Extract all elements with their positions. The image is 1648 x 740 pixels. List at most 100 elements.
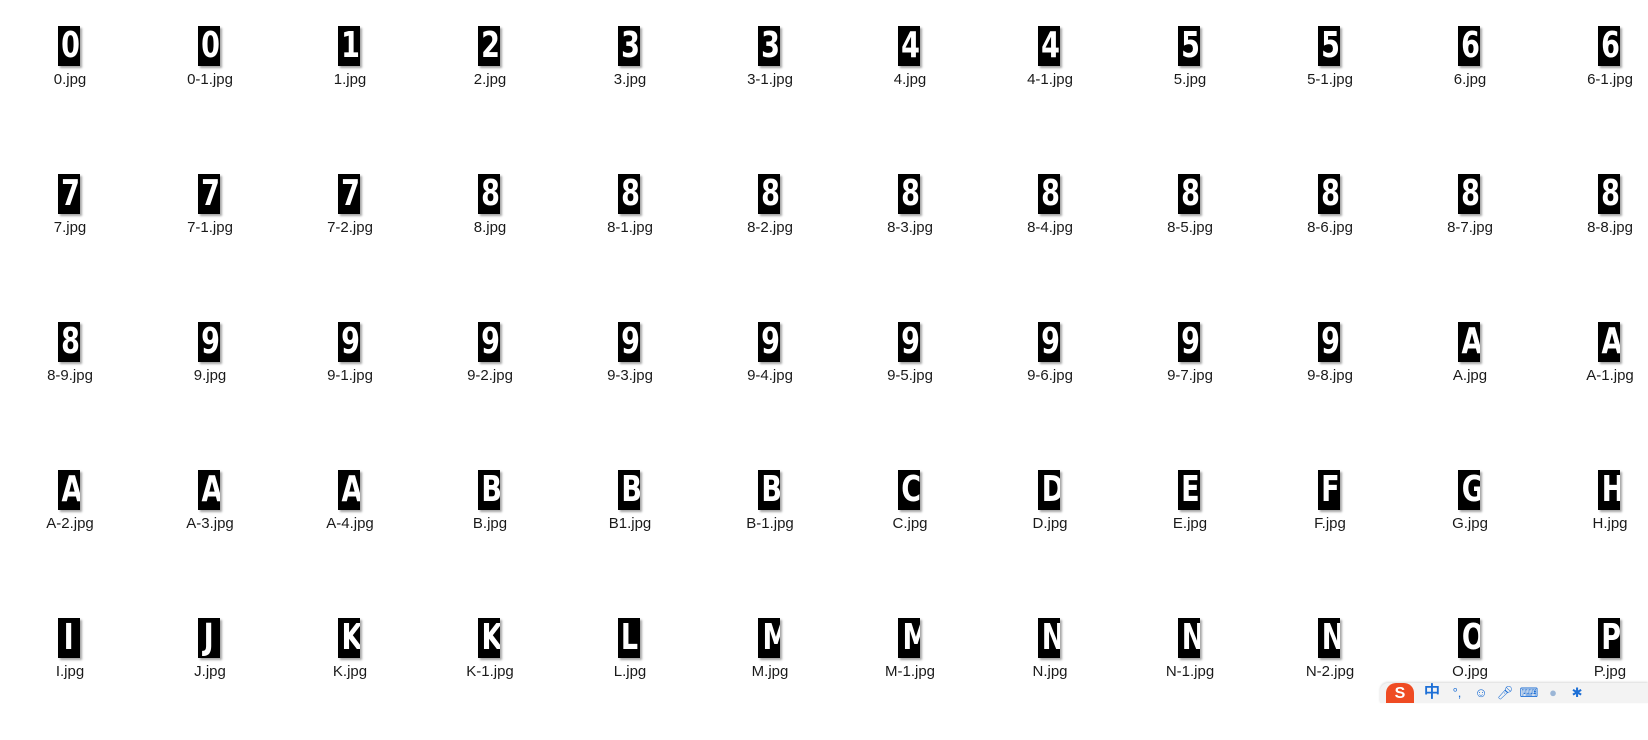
emoji-icon[interactable]: ☺ [1474,686,1488,700]
file-item[interactable]: 7 7-2.jpg [280,148,420,296]
file-item[interactable]: A A-2.jpg [0,444,140,592]
file-item[interactable]: 9 9-6.jpg [980,296,1120,444]
file-item[interactable]: N N.jpg [980,592,1120,740]
file-name: K-1.jpg [466,663,514,680]
file-item[interactable]: 8 8-4.jpg [980,148,1120,296]
file-item[interactable]: 9 9-7.jpg [1120,296,1260,444]
file-item[interactable]: 3 3-1.jpg [700,0,840,148]
file-item[interactable]: 0 0-1.jpg [140,0,280,148]
file-item[interactable]: 8 8-2.jpg [700,148,840,296]
file-item[interactable]: K K-1.jpg [420,592,560,740]
file-item[interactable]: 9 9-4.jpg [700,296,840,444]
file-item[interactable]: 1 1.jpg [280,0,420,148]
file-item[interactable]: 6 6.jpg [1400,0,1540,148]
file-item[interactable]: 6 6-1.jpg [1540,0,1648,148]
file-item[interactable]: D D.jpg [980,444,1120,592]
file-item[interactable]: J J.jpg [140,592,280,740]
user-icon[interactable]: ● [1546,686,1560,700]
thumbnail: 6 [1458,26,1482,68]
file-item[interactable]: N N-1.jpg [1120,592,1260,740]
thumbnail: O [1458,618,1482,660]
thumbnail: 4 [898,26,922,68]
file-item[interactable]: M M-1.jpg [840,592,980,740]
microphone-icon[interactable]: 🎤︎ [1497,686,1514,700]
file-item[interactable]: 9 9-1.jpg [280,296,420,444]
file-item[interactable]: A A-3.jpg [140,444,280,592]
file-item[interactable]: N N-2.jpg [1260,592,1400,740]
file-item[interactable]: E E.jpg [1120,444,1260,592]
file-item[interactable]: 9 9-3.jpg [560,296,700,444]
file-item[interactable]: 0 0.jpg [0,0,140,148]
file-name: 9-2.jpg [467,367,513,384]
thumbnail-glyph: 3 [621,26,640,66]
ime-mode-toggle[interactable]: 中 [1424,683,1440,703]
thumbnail: M [758,618,782,660]
thumbnail-glyph: 0 [61,26,80,66]
thumbnail-glyph: N [1182,618,1200,658]
file-item[interactable]: F F.jpg [1260,444,1400,592]
file-item[interactable]: 9 9.jpg [140,296,280,444]
file-item[interactable]: 8 8-5.jpg [1120,148,1260,296]
thumbnail-glyph: 8 [1041,174,1060,214]
file-item[interactable]: 8 8.jpg [420,148,560,296]
file-item[interactable]: M M.jpg [700,592,840,740]
thumbnail: N [1038,618,1062,660]
punctuation-icon[interactable]: °, [1450,686,1464,700]
file-name: 8-1.jpg [607,219,653,236]
file-item[interactable]: 8 8-6.jpg [1260,148,1400,296]
character-image-icon: 5 [1318,26,1340,66]
file-item[interactable]: 8 8-3.jpg [840,148,980,296]
file-name: 8-2.jpg [747,219,793,236]
file-item[interactable]: 7 7.jpg [0,148,140,296]
file-item[interactable]: 9 9-5.jpg [840,296,980,444]
character-image-icon: A [1598,322,1620,362]
thumbnail: 8 [1178,174,1202,216]
character-image-icon: 9 [1038,322,1060,362]
file-item[interactable]: 9 9-8.jpg [1260,296,1400,444]
thumbnail-glyph: 8 [1181,174,1200,214]
thumbnail-glyph: 0 [201,26,220,66]
thumbnail: K [478,618,502,660]
character-image-icon: 8 [58,322,80,362]
file-item[interactable]: 8 8-8.jpg [1540,148,1648,296]
file-item[interactable]: 7 7-1.jpg [140,148,280,296]
file-item[interactable]: P P.jpg [1540,592,1648,740]
character-image-icon: 7 [198,174,220,214]
file-item[interactable]: 5 5-1.jpg [1260,0,1400,148]
file-item[interactable]: B B-1.jpg [700,444,840,592]
file-item[interactable]: 4 4.jpg [840,0,980,148]
file-item[interactable]: A A-4.jpg [280,444,420,592]
file-name: P.jpg [1593,663,1627,680]
file-item[interactable]: 3 3.jpg [560,0,700,148]
file-item[interactable]: L L.jpg [560,592,700,740]
file-item[interactable]: O O.jpg [1400,592,1540,740]
thumbnail: A [198,470,222,512]
file-name: D.jpg [1032,515,1068,532]
thumbnail-glyph: 8 [1461,174,1480,214]
file-item[interactable]: K K.jpg [280,592,420,740]
file-item[interactable]: 8 8-1.jpg [560,148,700,296]
character-image-icon: P [1598,618,1620,658]
file-item[interactable]: C C.jpg [840,444,980,592]
character-image-icon: A [1458,322,1480,362]
file-item[interactable]: A A-1.jpg [1540,296,1648,444]
file-item[interactable]: B B1.jpg [560,444,700,592]
sogou-logo-icon[interactable]: S [1386,683,1414,703]
settings-icon[interactable]: ✱ [1570,686,1584,700]
file-item[interactable]: H H.jpg [1540,444,1648,592]
file-item[interactable]: 9 9-2.jpg [420,296,560,444]
file-item[interactable]: A A.jpg [1400,296,1540,444]
file-item[interactable]: 5 5.jpg [1120,0,1260,148]
ime-toolbar[interactable]: S 中 °, ☺ 🎤︎ ⌨ ● ✱ [1380,683,1648,703]
file-item[interactable]: 4 4-1.jpg [980,0,1120,148]
file-item[interactable]: B B.jpg [420,444,560,592]
file-item[interactable]: I I.jpg [0,592,140,740]
file-name: 6-1.jpg [1587,71,1633,88]
file-name: 4-1.jpg [1027,71,1073,88]
file-item[interactable]: 8 8-7.jpg [1400,148,1540,296]
file-item[interactable]: 8 8-9.jpg [0,296,140,444]
file-item[interactable]: G G.jpg [1400,444,1540,592]
file-item[interactable]: 2 2.jpg [420,0,560,148]
file-name: J.jpg [194,663,226,680]
keyboard-icon[interactable]: ⌨ [1520,686,1539,700]
